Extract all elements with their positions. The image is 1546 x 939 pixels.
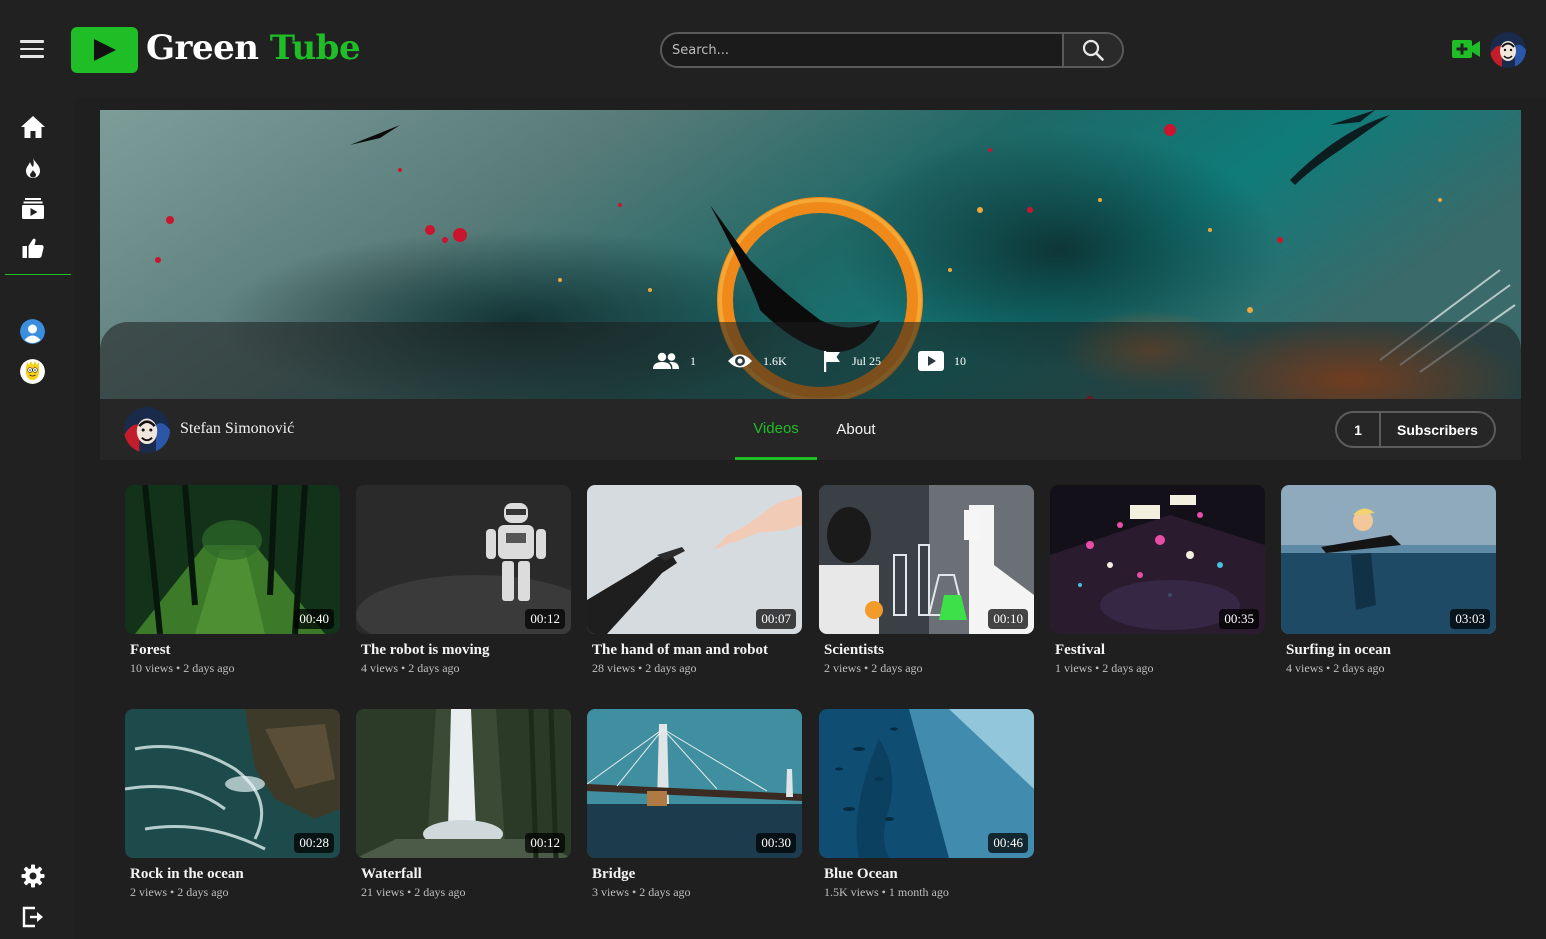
video-thumbnail[interactable]: 00:35 bbox=[1050, 485, 1265, 634]
video-card[interactable]: 00:28 Rock in the ocean 2 views • 2 days… bbox=[125, 709, 340, 900]
subscriber-count: 1 bbox=[1337, 413, 1381, 446]
video-meta: 1 views • 2 days ago bbox=[1055, 661, 1154, 675]
brand-word-green: Green bbox=[146, 28, 259, 68]
video-meta: 4 views • 2 days ago bbox=[1286, 661, 1385, 675]
video-meta: 3 views • 2 days ago bbox=[592, 885, 691, 899]
logout-icon[interactable] bbox=[20, 904, 46, 930]
channel-banner: 1 1.6K Jul 25 10 bbox=[100, 110, 1521, 399]
video-meta: 2 views • 2 days ago bbox=[824, 661, 923, 675]
fire-icon[interactable] bbox=[20, 155, 46, 181]
video-title[interactable]: Rock in the ocean bbox=[130, 866, 340, 883]
video-title[interactable]: Bridge bbox=[592, 866, 802, 883]
video-meta: 4 views • 2 days ago bbox=[361, 661, 460, 675]
video-duration: 00:12 bbox=[525, 833, 565, 853]
video-thumbnail[interactable]: 00:12 bbox=[356, 485, 571, 634]
video-card[interactable]: 03:03 Surfing in ocean 4 views • 2 days … bbox=[1281, 485, 1496, 676]
search-bar bbox=[660, 32, 1124, 68]
channel-avatar[interactable] bbox=[124, 407, 170, 453]
subscribe-button-group[interactable]: 1 Subscribers bbox=[1335, 411, 1496, 448]
channel-bar: Stefan Simonović Videos About 1 Subscrib… bbox=[100, 399, 1521, 460]
channel-stats: 1 1.6K Jul 25 10 bbox=[100, 349, 1521, 373]
video-card[interactable]: 00:12 The robot is moving 4 views • 2 da… bbox=[356, 485, 571, 676]
brand-word-tube: Tube bbox=[269, 28, 361, 68]
search-input[interactable] bbox=[662, 34, 1062, 66]
video-thumbnail[interactable]: 00:10 bbox=[819, 485, 1034, 634]
channel-name: Stefan Simonović bbox=[180, 420, 295, 437]
video-thumbnail[interactable]: 03:03 bbox=[1281, 485, 1496, 634]
home-icon[interactable] bbox=[20, 114, 46, 140]
video-duration: 00:35 bbox=[1219, 609, 1259, 629]
stat-videos-value: 10 bbox=[954, 353, 966, 368]
subscribe-button[interactable]: Subscribers bbox=[1381, 413, 1494, 446]
video-duration: 00:40 bbox=[294, 609, 334, 629]
tab-videos[interactable]: Videos bbox=[735, 399, 817, 460]
stat-joined-value: Jul 25 bbox=[852, 353, 882, 368]
subscriptions-icon[interactable] bbox=[20, 195, 46, 221]
people-icon bbox=[653, 352, 679, 369]
stat-subscribers: 1 bbox=[652, 349, 696, 373]
stat-subscribers-value: 1 bbox=[690, 353, 696, 368]
search-icon bbox=[1082, 39, 1104, 61]
video-card[interactable]: 00:30 Bridge 3 views • 2 days ago bbox=[587, 709, 802, 900]
video-title[interactable]: Scientists bbox=[824, 642, 1034, 659]
video-duration: 00:12 bbox=[525, 609, 565, 629]
video-card[interactable]: 00:35 Festival 1 views • 2 days ago bbox=[1050, 485, 1265, 676]
tab-about[interactable]: About bbox=[822, 399, 890, 460]
logo-play-icon[interactable] bbox=[71, 27, 138, 73]
video-duration: 00:10 bbox=[988, 609, 1028, 629]
video-meta: 2 views • 2 days ago bbox=[130, 885, 229, 899]
video-plus-icon[interactable] bbox=[1451, 38, 1481, 65]
eye-icon bbox=[728, 354, 752, 368]
video-title[interactable]: The hand of man and robot bbox=[592, 642, 802, 659]
video-card[interactable]: 00:40 Forest 10 views • 2 days ago bbox=[125, 485, 340, 676]
top-header: Green Tube bbox=[0, 0, 1546, 98]
video-title[interactable]: Forest bbox=[130, 642, 340, 659]
video-card[interactable]: 00:10 Scientists 2 views • 2 days ago bbox=[819, 485, 1034, 676]
video-title[interactable]: Waterfall bbox=[361, 866, 571, 883]
video-thumbnail[interactable]: 00:40 bbox=[125, 485, 340, 634]
gear-icon[interactable] bbox=[20, 863, 46, 889]
video-thumbnail[interactable]: 00:46 bbox=[819, 709, 1034, 858]
video-card[interactable]: 00:46 Blue Ocean 1.5K views • 1 month ag… bbox=[819, 709, 1034, 900]
video-meta: 10 views • 2 days ago bbox=[130, 661, 235, 675]
video-title[interactable]: Blue Ocean bbox=[824, 866, 1034, 883]
sidebar-divider bbox=[5, 274, 71, 275]
subscription-avatar-default[interactable] bbox=[20, 319, 45, 344]
video-meta: 21 views • 2 days ago bbox=[361, 885, 466, 899]
video-duration: 00:30 bbox=[756, 833, 796, 853]
video-thumbnail[interactable]: 00:30 bbox=[587, 709, 802, 858]
video-duration: 00:46 bbox=[988, 833, 1028, 853]
stat-videos: 10 bbox=[918, 349, 966, 373]
video-card[interactable]: 00:12 Waterfall 21 views • 2 days ago bbox=[356, 709, 571, 900]
search-button[interactable] bbox=[1062, 34, 1122, 66]
hamburger-menu-icon[interactable] bbox=[20, 40, 44, 58]
subscription-avatar-simpsons[interactable] bbox=[20, 359, 45, 384]
flag-icon bbox=[824, 351, 840, 372]
video-duration: 03:03 bbox=[1450, 609, 1490, 629]
video-duration: 00:28 bbox=[294, 833, 334, 853]
video-thumbnail[interactable]: 00:28 bbox=[125, 709, 340, 858]
sidebar bbox=[0, 98, 75, 939]
video-meta: 28 views • 2 days ago bbox=[592, 661, 697, 675]
video-thumbnail[interactable]: 00:12 bbox=[356, 709, 571, 858]
video-title[interactable]: Festival bbox=[1055, 642, 1265, 659]
video-play-icon bbox=[918, 351, 944, 371]
thumbs-up-icon[interactable] bbox=[20, 235, 46, 261]
video-meta: 1.5K views • 1 month ago bbox=[824, 885, 949, 899]
stat-views: 1.6K bbox=[727, 349, 787, 373]
brand-name[interactable]: Green Tube bbox=[146, 28, 361, 68]
video-title[interactable]: The robot is moving bbox=[361, 642, 571, 659]
video-title[interactable]: Surfing in ocean bbox=[1286, 642, 1496, 659]
stat-joined: Jul 25 bbox=[822, 349, 881, 373]
video-thumbnail[interactable]: 00:07 bbox=[587, 485, 802, 634]
stat-views-value: 1.6K bbox=[763, 353, 787, 368]
user-avatar[interactable] bbox=[1490, 32, 1526, 68]
video-duration: 00:07 bbox=[756, 609, 796, 629]
video-card[interactable]: 00:07 The hand of man and robot 28 views… bbox=[587, 485, 802, 676]
